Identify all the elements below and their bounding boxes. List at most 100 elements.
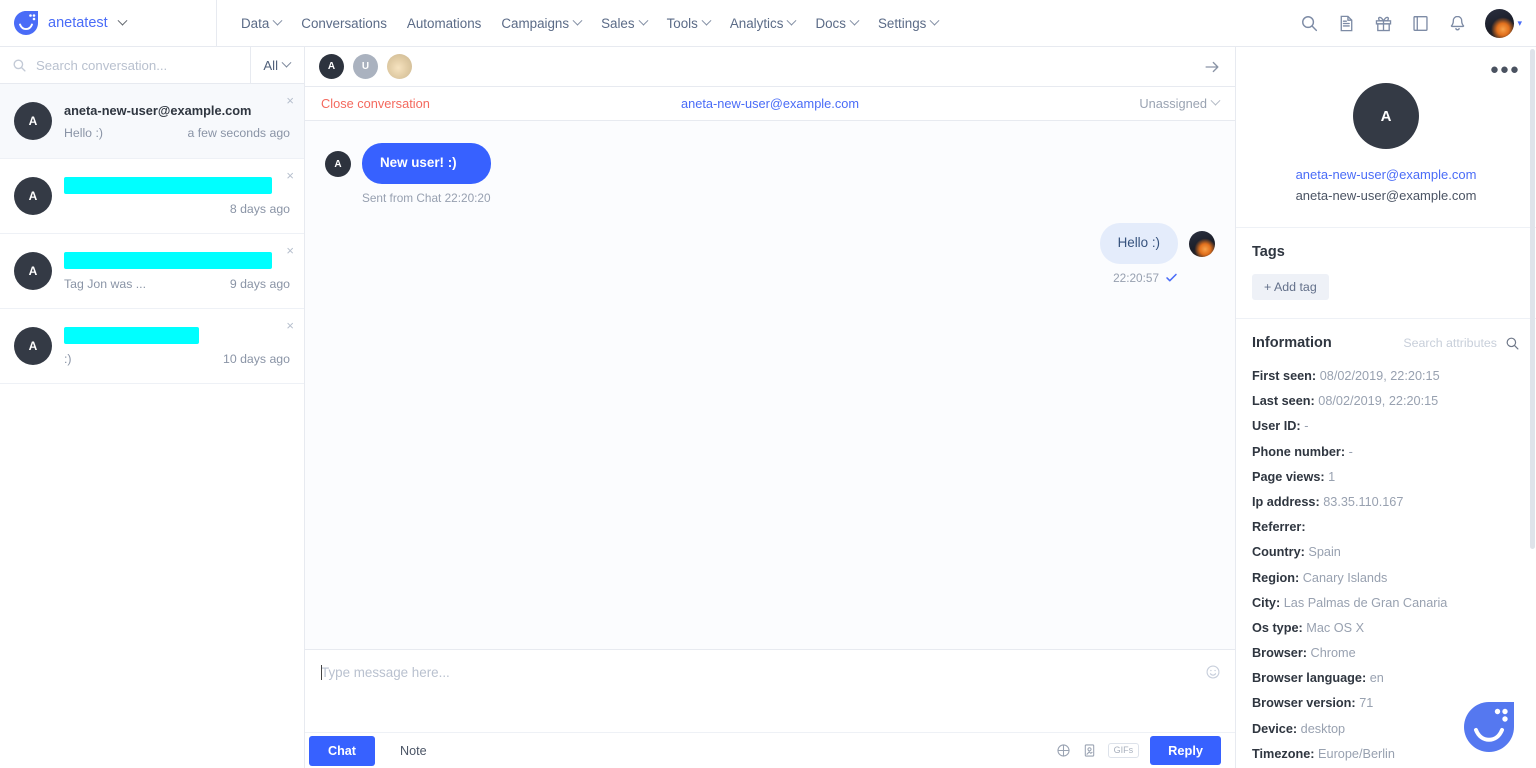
attribute-value: Canary Islands [1302,570,1388,585]
participant-tab-strip: A U [305,47,1235,87]
search-input[interactable] [36,57,251,73]
conversation-list-item[interactable]: A 8 days ago × [0,159,304,234]
nav-item-campaigns[interactable]: Campaigns [491,10,591,37]
conversation-title: aneta-new-user@example.com [64,102,252,118]
message-composer: Chat Note [305,649,1235,768]
conversation-list-item[interactable]: A aneta-new-user@example.com Hello :) a … [0,84,304,159]
emoji-icon[interactable] [1056,743,1071,758]
app-root: anetatest Data Conversations Automations… [0,0,1536,768]
composer-input-wrap [305,650,1235,732]
nav-item-sales[interactable]: Sales [591,10,657,37]
message-bubble: New user! :) [362,143,491,184]
nav-item-docs[interactable]: Docs [805,10,868,37]
book-icon[interactable] [1411,14,1430,33]
nav-item-settings[interactable]: Settings [868,10,948,37]
attribute-label: Browser: [1252,646,1307,661]
close-conversation-button[interactable]: Close conversation [321,96,430,111]
close-icon[interactable]: × [286,94,294,107]
attribute-label: User ID: [1252,419,1301,434]
close-icon[interactable]: × [286,244,294,257]
conversation-list: A aneta-new-user@example.com Hello :) a … [0,84,304,768]
composer-toolbar: Chat Note GIFs Reply [305,732,1235,768]
document-icon[interactable] [1337,14,1356,33]
attribute-label: Phone number: [1252,444,1346,459]
conversation-content: aneta-new-user@example.com Hello :) a fe… [64,103,290,140]
message-row-incoming: A New user! :) Sent from Chat 22:20:20 [325,143,1215,205]
attribute-row: User ID: - [1252,419,1520,434]
nav-item-conversations[interactable]: Conversations [291,10,397,37]
avatar [1189,230,1215,257]
attribute-label: First seen: [1252,369,1317,383]
more-dots-icon[interactable]: ●●● [1490,61,1520,78]
nav-item-analytics[interactable]: Analytics [720,10,806,37]
search-icon [12,58,27,73]
attribute-row: Phone number: - [1252,445,1520,460]
conversation-list-item[interactable]: A Tag Jon was ... 9 days ago × [0,234,304,309]
panel-scroll-area: ●●● A aneta-new-user@example.com aneta-n… [1236,47,1536,768]
message-column: Hello :) 22:20:57 [1099,222,1178,285]
conversation-timestamp: 9 days ago [229,276,290,291]
bell-icon[interactable] [1448,14,1467,33]
chevron-down-icon [281,57,292,68]
attribute-value: Chrome [1310,646,1356,661]
conversation-filter-dropdown[interactable]: All [250,46,304,84]
nav-label: Settings [877,15,927,31]
attribute-value: 08/02/2019, 22:20:15 [1318,394,1439,409]
search-icon[interactable] [1300,14,1319,33]
main-body: All A aneta-new-user@example.com Hello :… [0,46,1536,768]
attribute-label: Timezone: [1252,746,1315,761]
assignee-dropdown[interactable]: Unassigned [1139,95,1221,111]
chevron-down-icon [1210,95,1221,106]
search-icon[interactable] [1505,336,1520,351]
attribute-row: Browser: Chrome [1252,646,1520,661]
conversation-content: :) 10 days ago [64,326,290,366]
gift-icon[interactable] [1374,14,1393,33]
participant-avatar-photo[interactable] [387,54,412,79]
panel-scrollbar[interactable] [1530,49,1535,549]
attribute-label: Last seen: [1252,394,1315,409]
top-bar-icons: ▾ [1300,8,1536,38]
conversation-list-item[interactable]: A :) 10 days ago × [0,309,304,384]
gifs-button[interactable]: GIFs [1107,743,1140,758]
conversation-timestamp: 8 days ago [229,201,290,216]
message-meta: 22:20:57 [1113,271,1178,285]
composer-tab-chat[interactable]: Chat [309,735,375,766]
attribute-row: Region: Canary Islands [1252,571,1520,586]
user-avatar-menu[interactable]: ▾ [1485,8,1522,38]
reply-button[interactable]: Reply [1150,736,1221,765]
emoji-icon[interactable] [1205,664,1221,680]
chevron-down-icon [786,15,797,26]
attachment-icon[interactable] [1082,743,1097,758]
information-header: Information [1236,319,1536,351]
close-icon[interactable]: × [286,319,294,332]
participant-avatar-a[interactable]: A [319,54,344,79]
attribute-label: Browser version: [1252,696,1356,711]
close-icon[interactable]: × [286,169,294,182]
attribute-value: 1 [1328,469,1336,484]
brand-workspace-switcher[interactable]: anetatest [0,0,217,47]
nav-item-data[interactable]: Data [231,10,291,37]
redaction-bar [64,176,272,194]
participant-avatar-u[interactable]: U [353,54,378,79]
conversation-title [64,251,290,269]
message-input[interactable] [321,664,1219,718]
search-attributes-input[interactable] [1377,336,1497,350]
nav-label: Sales [601,15,635,31]
composer-tab-note[interactable]: Note [381,736,446,766]
attribute-label: Region: [1252,570,1300,585]
nav-item-tools[interactable]: Tools [657,10,720,37]
avatar: A [14,102,52,140]
arrow-right-icon[interactable] [1203,58,1221,76]
chevron-down-icon [117,14,128,32]
conversation-email-link[interactable]: aneta-new-user@example.com [681,96,859,111]
tags-title: Tags [1252,244,1285,260]
attribute-label: Referrer: [1252,520,1306,535]
add-tag-button[interactable]: + Add tag [1252,274,1329,300]
conversation-sidebar: All A aneta-new-user@example.com Hello :… [0,46,305,768]
attribute-value: Spain [1308,545,1341,560]
contact-email-link[interactable]: aneta-new-user@example.com [1252,167,1520,182]
chat-launcher-icon[interactable] [1462,700,1516,754]
message-bubble: Hello :) [1099,222,1178,264]
filter-label: All [263,57,278,73]
nav-item-automations[interactable]: Automations [397,10,491,37]
